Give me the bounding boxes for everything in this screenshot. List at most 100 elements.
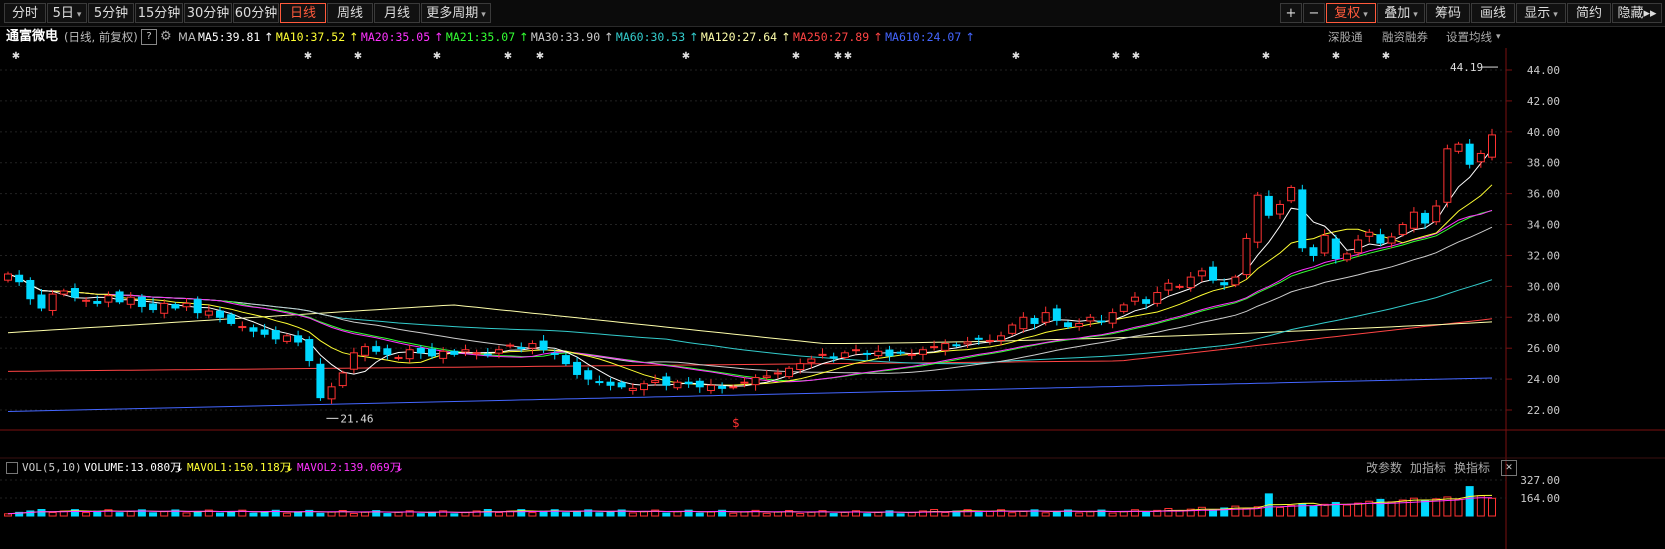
info-marker-icon: ✱	[504, 51, 512, 62]
candle-body	[1432, 205, 1441, 223]
candle-body	[472, 352, 481, 355]
candle-body	[1008, 324, 1017, 334]
volume-bar	[416, 513, 425, 517]
candle-body	[1376, 234, 1385, 244]
candle-body	[204, 310, 213, 316]
info-marker-icon: ✱	[1132, 51, 1140, 62]
candle-body	[997, 335, 1006, 341]
candle-body	[885, 349, 894, 357]
candle-body	[115, 291, 124, 303]
arrow-down-icon: ↓	[285, 461, 295, 474]
candle-body	[439, 350, 448, 359]
candle-body	[126, 296, 135, 305]
volume-bar	[1309, 505, 1318, 517]
candle-body	[249, 327, 258, 332]
candle-body	[171, 304, 180, 309]
candle-body	[1209, 266, 1218, 281]
volume-bar	[450, 513, 459, 517]
candle-body	[918, 349, 927, 355]
volume-bar	[1197, 506, 1206, 517]
volume-bar	[1342, 504, 1351, 517]
volume-bar	[930, 509, 939, 517]
candle-body	[662, 376, 671, 386]
candle-body	[1276, 203, 1284, 215]
candle-body	[4, 273, 12, 281]
candle-body	[349, 352, 358, 370]
candle-body	[428, 348, 436, 357]
candle-body	[773, 372, 782, 375]
candle-body	[617, 382, 626, 388]
candle-body	[361, 346, 370, 356]
volume-bar	[383, 513, 392, 517]
event-marker: $	[732, 416, 740, 430]
info-marker-icon: ✱	[1012, 51, 1020, 62]
candle-body	[941, 343, 950, 351]
candle-body	[93, 301, 102, 304]
candle-body	[573, 361, 582, 375]
link-edit-params[interactable]: 改参数	[1366, 459, 1402, 477]
volume-bar	[483, 509, 492, 517]
candle-body	[706, 384, 715, 392]
candle-body	[1331, 238, 1340, 260]
candle-body	[751, 377, 760, 386]
volume-bar	[494, 511, 503, 517]
volume-bar	[1108, 512, 1117, 517]
volume-bar	[595, 512, 604, 517]
volume-bar	[528, 512, 537, 517]
link-add-indicator[interactable]: 加指标	[1410, 459, 1446, 477]
candle-body	[193, 299, 202, 314]
candle-body	[963, 341, 972, 345]
candle-body	[1387, 236, 1396, 244]
volume-bar	[796, 512, 805, 517]
ma20-line	[7, 209, 1493, 383]
volume-bar	[115, 512, 124, 517]
link-switch-indicator[interactable]: 换指标	[1454, 459, 1490, 477]
ma21-line	[7, 210, 1493, 382]
candle-body	[718, 386, 727, 389]
volume-bar	[863, 513, 872, 517]
candle-body	[840, 352, 849, 358]
collapse-icon[interactable]	[6, 462, 18, 474]
candle-body	[59, 290, 68, 295]
candle-body	[305, 339, 314, 362]
info-marker-icon: ✱	[834, 51, 842, 62]
volume-bar	[1231, 505, 1240, 517]
candle-body	[695, 380, 704, 388]
candle-body	[282, 335, 291, 342]
volume-bar	[762, 512, 771, 517]
candle-body	[1019, 316, 1028, 330]
candle-body	[930, 346, 939, 349]
info-marker-icon: ✱	[682, 51, 690, 62]
candle-body	[539, 340, 548, 351]
volume-bar	[1008, 512, 1017, 517]
candle-body	[494, 349, 503, 354]
candle-body	[450, 350, 459, 355]
volume-bar	[729, 512, 738, 517]
candle-body	[640, 383, 648, 391]
volume-bar	[1276, 506, 1284, 517]
candle-body	[1253, 194, 1262, 243]
volume-bar	[37, 509, 46, 517]
candle-body	[1030, 318, 1039, 324]
volume-bar	[1476, 495, 1485, 517]
price-tick-label: 22.00	[1527, 404, 1560, 417]
close-icon[interactable]: ✕	[1501, 460, 1517, 476]
volume-bar	[1142, 511, 1151, 517]
candle-body	[1309, 247, 1318, 256]
candle-body	[584, 370, 593, 380]
candle-body	[896, 351, 905, 354]
price-tick-label: 34.00	[1527, 219, 1560, 232]
price-tick-label: 26.00	[1527, 342, 1560, 355]
vol-tick-label: 164.00	[1520, 492, 1560, 505]
candle-body	[1153, 292, 1162, 304]
volume-bar	[1242, 508, 1251, 517]
candle-body	[1476, 152, 1485, 163]
candle-body	[1465, 143, 1474, 165]
ma30-line	[7, 226, 1493, 374]
price-tick-label: 42.00	[1527, 95, 1560, 108]
candle-body	[216, 310, 224, 318]
candle-body	[394, 356, 403, 359]
volume-bar	[561, 512, 570, 517]
candle-body	[1108, 312, 1117, 324]
volume-bar	[1387, 501, 1396, 517]
